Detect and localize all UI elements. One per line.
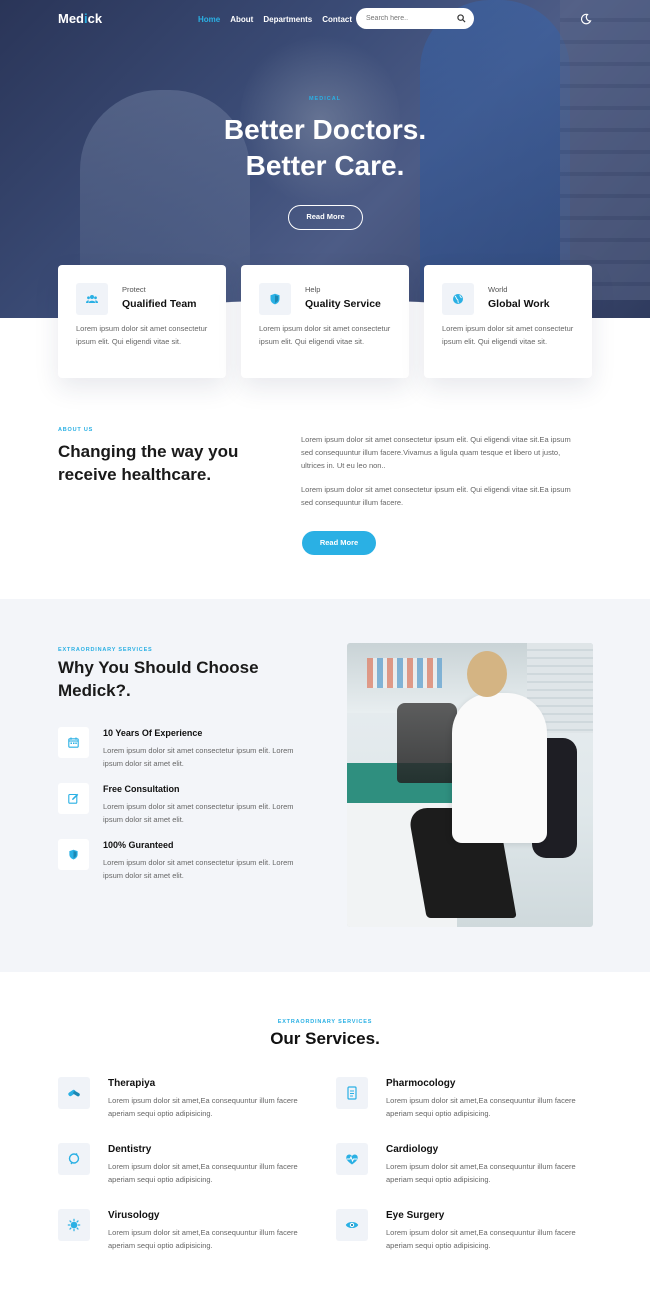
about-paragraph: Lorem ipsum dolor sit amet consectetur i…	[301, 435, 571, 470]
feature-tag: Protect	[122, 285, 146, 294]
main-menu: Home About Departments Contact	[198, 15, 352, 24]
service-title: Pharmocology	[386, 1078, 456, 1089]
why-item-title: 100% Guranteed	[103, 840, 174, 850]
service-text: Lorem ipsum dolor sit amet,Ea consequunt…	[386, 1162, 576, 1184]
lab-scientist-photo	[347, 643, 593, 927]
hero-read-more-button[interactable]: Read More	[288, 205, 363, 230]
about-read-more-button[interactable]: Read More	[302, 531, 376, 555]
calendar-icon	[68, 737, 79, 748]
shield-icon	[270, 293, 280, 305]
service-title: Virusology	[108, 1210, 160, 1221]
shield-icon	[69, 849, 78, 860]
search-icon[interactable]	[457, 14, 466, 23]
eye-icon	[345, 1222, 359, 1228]
feature-title: Quality Service	[305, 298, 381, 310]
feature-text: Lorem ipsum dolor sit amet consectetur i…	[259, 324, 391, 346]
search-box	[356, 8, 474, 29]
service-text: Lorem ipsum dolor sit amet,Ea consequunt…	[386, 1096, 576, 1118]
feature-title: Qualified Team	[122, 298, 197, 310]
edit-icon	[68, 793, 79, 804]
service-item[interactable]: Therapiya Lorem ipsum dolor sit amet,Ea …	[58, 1077, 298, 1127]
why-choose-section: EXTRAORDINARY SERVICES Why You Should Ch…	[0, 599, 650, 972]
moon-icon[interactable]	[580, 13, 592, 25]
why-icon-box	[58, 839, 89, 870]
search-input[interactable]	[366, 13, 452, 24]
feature-card: World Global Work Lorem ipsum dolor sit …	[424, 265, 592, 378]
photo-microscope	[397, 703, 457, 783]
service-title: Therapiya	[108, 1078, 156, 1089]
why-item-title: Free Consultation	[103, 784, 180, 794]
service-title: Eye Surgery	[386, 1210, 445, 1221]
service-icon-box	[336, 1143, 368, 1175]
prescription-icon	[347, 1086, 357, 1100]
why-title: Why You Should Choose Medick?.	[58, 658, 259, 700]
service-text: Lorem ipsum dolor sit amet,Ea consequunt…	[108, 1228, 298, 1250]
why-item: 10 Years Of Experience Lorem ipsum dolor…	[58, 727, 318, 777]
heartbeat-icon	[346, 1154, 358, 1165]
feature-tag: World	[488, 285, 508, 294]
why-icon-box	[58, 783, 89, 814]
service-item[interactable]: Virusology Lorem ipsum dolor sit amet,Ea…	[58, 1209, 298, 1259]
service-item[interactable]: Dentistry Lorem ipsum dolor sit amet,Ea …	[58, 1143, 298, 1193]
service-icon-box	[336, 1077, 368, 1109]
why-item-title: 10 Years Of Experience	[103, 728, 203, 738]
services-eyebrow: EXTRAORDINARY SERVICES	[277, 1019, 373, 1025]
feature-text: Lorem ipsum dolor sit amet consectetur i…	[442, 324, 574, 346]
why-item-text: Lorem ipsum dolor sit amet consectetur i…	[103, 858, 294, 880]
nav-contact[interactable]: Contact	[322, 15, 352, 24]
photo-figure-coat	[452, 693, 547, 843]
about-title: Changing the way you receive healthcare.	[58, 442, 239, 484]
service-item[interactable]: Cardiology Lorem ipsum dolor sit amet,Ea…	[336, 1143, 576, 1193]
nav-about[interactable]: About	[230, 15, 253, 24]
virus-icon	[67, 1218, 81, 1232]
service-icon-box	[58, 1143, 90, 1175]
tooth-icon	[68, 1153, 80, 1165]
feature-title: Global Work	[488, 298, 550, 310]
why-item-text: Lorem ipsum dolor sit amet consectetur i…	[103, 802, 294, 824]
feature-icon-box	[259, 283, 291, 315]
hero-title-line: Better Care.	[245, 150, 405, 181]
feature-card: Protect Qualified Team Lorem ipsum dolor…	[58, 265, 226, 378]
service-title: Dentistry	[108, 1144, 152, 1155]
feature-tag: Help	[305, 285, 321, 294]
about-paragraph: Lorem ipsum dolor sit amet consectetur i…	[301, 485, 571, 507]
feature-icon-box	[442, 283, 474, 315]
hero-title: Better Doctors. Better Care.	[0, 112, 650, 184]
service-item[interactable]: Pharmocology Lorem ipsum dolor sit amet,…	[336, 1077, 576, 1127]
service-text: Lorem ipsum dolor sit amet,Ea consequunt…	[108, 1162, 298, 1184]
why-item: Free Consultation Lorem ipsum dolor sit …	[58, 783, 318, 833]
team-icon	[86, 295, 98, 303]
photo-bottles	[367, 658, 442, 688]
service-text: Lorem ipsum dolor sit amet,Ea consequunt…	[386, 1228, 576, 1250]
hero-eyebrow: MEDICAL	[308, 96, 342, 102]
why-eyebrow: EXTRAORDINARY SERVICES	[58, 647, 153, 653]
site-logo[interactable]: Medick	[58, 11, 102, 26]
service-item[interactable]: Eye Surgery Lorem ipsum dolor sit amet,E…	[336, 1209, 576, 1259]
photo-figure-head	[467, 651, 507, 697]
hero-title-line: Better Doctors.	[223, 114, 427, 145]
service-title: Cardiology	[386, 1144, 439, 1155]
nav-departments[interactable]: Departments	[263, 15, 312, 24]
feature-icon-box	[76, 283, 108, 315]
why-item: 100% Guranteed Lorem ipsum dolor sit ame…	[58, 839, 318, 889]
service-icon-box	[58, 1209, 90, 1241]
why-icon-box	[58, 727, 89, 758]
services-title: Our Services.	[270, 1029, 380, 1048]
why-item-text: Lorem ipsum dolor sit amet consectetur i…	[103, 746, 294, 768]
nav-home[interactable]: Home	[198, 15, 220, 24]
service-text: Lorem ipsum dolor sit amet,Ea consequunt…	[108, 1096, 298, 1118]
top-navbar: Medick Home About Departments Contact	[0, 8, 650, 30]
feature-text: Lorem ipsum dolor sit amet consectetur i…	[76, 324, 208, 346]
capsules-icon	[68, 1089, 80, 1097]
globe-icon	[453, 294, 463, 304]
feature-card: Help Quality Service Lorem ipsum dolor s…	[241, 265, 409, 378]
service-icon-box	[336, 1209, 368, 1241]
about-eyebrow: ABOUT US	[58, 427, 94, 433]
service-icon-box	[58, 1077, 90, 1109]
